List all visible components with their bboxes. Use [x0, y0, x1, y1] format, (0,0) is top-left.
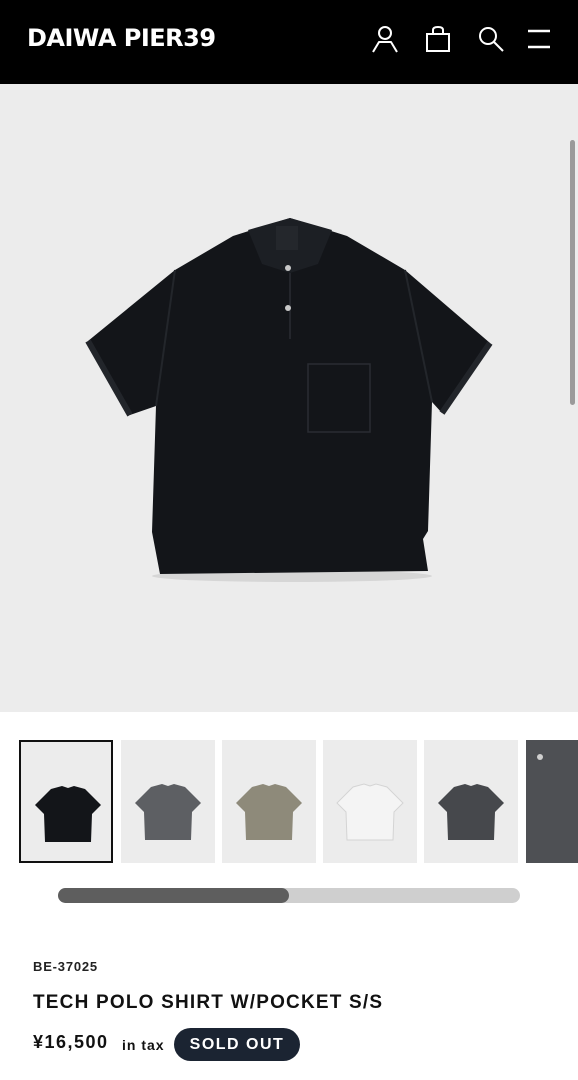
bag-icon[interactable] — [423, 24, 453, 54]
menu-icon[interactable] — [524, 24, 554, 54]
tax-label: in tax — [122, 1037, 165, 1053]
product-sku: BE-37025 — [33, 959, 98, 974]
brand-logo[interactable]: DAIWA PIER39 — [27, 24, 216, 52]
page-scrollbar[interactable] — [570, 140, 575, 405]
product-name: TECH POLO SHIRT W/POCKET S/S — [33, 992, 384, 1013]
variant-thumbnail[interactable] — [222, 740, 316, 863]
polo-shirt-image — [85, 218, 493, 582]
search-icon[interactable] — [476, 24, 506, 54]
gallery-scroll-thumb[interactable] — [58, 888, 289, 903]
variant-thumbnail[interactable] — [424, 740, 518, 863]
gallery-scroll-track[interactable] — [58, 888, 520, 903]
product-price: ¥16,500 — [33, 1032, 109, 1052]
sold-out-badge: SOLD OUT — [174, 1028, 300, 1061]
variant-thumbnail-strip[interactable] — [0, 740, 578, 864]
variant-thumbnail[interactable] — [526, 740, 578, 863]
main-product-image[interactable] — [0, 84, 578, 712]
site-header: DAIWA PIER39 — [0, 0, 578, 84]
account-icon[interactable] — [370, 24, 400, 54]
variant-thumbnail[interactable] — [323, 740, 417, 863]
variant-thumbnail[interactable] — [121, 740, 215, 863]
variant-thumbnail[interactable] — [19, 740, 113, 863]
